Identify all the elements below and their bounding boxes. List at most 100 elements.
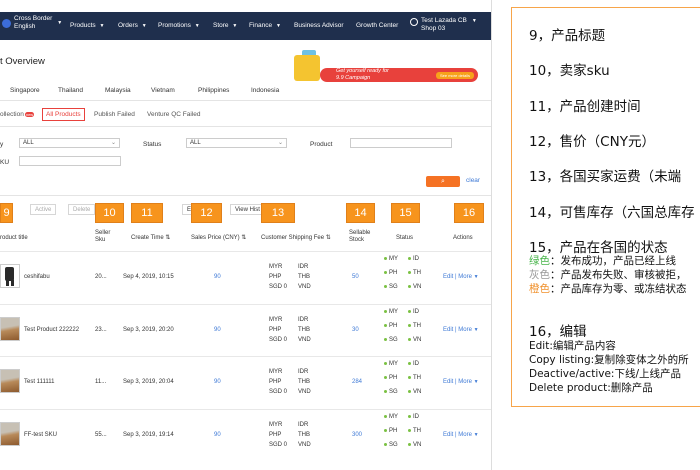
chevron-down-icon: ▼ <box>232 23 238 29</box>
divider <box>0 126 492 127</box>
sales-price[interactable]: 90 <box>214 327 221 333</box>
tab-vietnam[interactable]: Vietnam <box>151 87 175 94</box>
note-12: 12，售价（CNY元） <box>529 134 655 150</box>
header-status: Status <box>396 235 414 241</box>
tab-singapore[interactable]: Singapore <box>10 87 40 94</box>
number-box-14: 14 <box>346 203 375 223</box>
status-dot <box>408 323 411 327</box>
header-create-time[interactable]: Create Time ⇅ <box>131 235 170 242</box>
sellable-stock[interactable]: 300 <box>352 432 362 438</box>
tab-philippines[interactable]: Philippines <box>198 87 229 94</box>
more-menu[interactable]: More ▼ <box>458 432 478 438</box>
tab-publish-failed[interactable]: Publish Failed <box>94 111 135 118</box>
nav-finance[interactable]: Finance ▼ <box>249 22 281 29</box>
sales-price[interactable]: 90 <box>214 432 221 438</box>
number-box-12: 12 <box>191 203 222 223</box>
product-title[interactable]: FF-test SKU <box>24 432 57 438</box>
edit-link[interactable]: Edit <box>443 327 453 333</box>
sellable-stock[interactable]: 50 <box>352 274 359 280</box>
delete-button[interactable]: Delete <box>68 204 96 215</box>
note-10: 10，卖家sku <box>529 63 610 79</box>
status-list-right: ID TH VN <box>408 252 421 294</box>
filter-label-product: Product <box>310 141 333 148</box>
edit-link[interactable]: Edit <box>443 379 453 385</box>
brand[interactable]: Cross Border English ▼ <box>2 15 62 31</box>
chevron-down-icon: ⌄ <box>110 140 116 146</box>
active-button[interactable]: Active <box>30 204 57 215</box>
product-title[interactable]: Test Product 222222 <box>24 327 79 333</box>
top-nav-bar: Cross Border English ▼ Products ▼ Orders… <box>0 12 492 40</box>
status-dot <box>408 337 411 341</box>
clear-link[interactable]: clear <box>466 177 480 184</box>
number-box-10: 10 <box>95 203 124 223</box>
more-menu[interactable]: More ▼ <box>458 327 478 333</box>
note-15-gray: 灰色：产品发布失败、审核被拒， <box>529 269 687 281</box>
tab-all-products[interactable]: All Products <box>42 108 85 121</box>
product-title[interactable]: Test 111111 <box>24 379 54 385</box>
status-dot <box>408 361 411 365</box>
shipping-fees-right: IDR THB VND <box>298 317 311 343</box>
seller-sku: 23... <box>95 327 107 333</box>
edit-link[interactable]: Edit <box>443 274 453 280</box>
status-dot <box>408 442 411 446</box>
row-actions: Edit | More ▼ <box>443 432 479 438</box>
product-input[interactable] <box>350 138 452 148</box>
sku-input[interactable] <box>19 156 121 166</box>
product-thumbnail[interactable] <box>0 369 20 393</box>
status-dot <box>384 270 387 274</box>
status-dot <box>384 442 387 446</box>
create-time: Sep 3, 2019, 20:04 <box>123 379 174 385</box>
nav-store[interactable]: Store ▼ <box>213 22 237 29</box>
number-box-11: 11 <box>131 203 163 223</box>
header-sales-price[interactable]: Sales Price (CNY) ⇅ <box>191 235 246 242</box>
tab-collection[interactable]: ollection new <box>0 111 35 118</box>
shop-name: Test Lazada CB <box>421 17 467 24</box>
filter-label-category: y <box>0 141 4 148</box>
header-sellable-stock[interactable]: Sellable Stock <box>349 230 370 244</box>
seller-sku: 55... <box>95 432 107 438</box>
more-menu[interactable]: More ▼ <box>458 274 478 280</box>
sales-price[interactable]: 90 <box>214 379 221 385</box>
gift-box-icon <box>294 55 320 81</box>
status-dot <box>408 389 411 393</box>
status-dot <box>384 428 387 432</box>
sort-icon: ⇅ <box>241 235 247 241</box>
sellable-stock[interactable]: 30 <box>352 327 359 333</box>
nav-business-advisor[interactable]: Business Advisor <box>294 22 344 29</box>
edit-link[interactable]: Edit <box>443 432 453 438</box>
number-box-9: 9 <box>0 203 13 223</box>
status-list-right: ID TH VN <box>408 357 421 399</box>
filter-label-sku: KU <box>0 159 10 166</box>
category-select[interactable]: ALL ⌄ <box>19 138 120 148</box>
search-button[interactable]: ⌕ <box>426 176 460 187</box>
chevron-down-icon: ▼ <box>141 23 147 29</box>
tab-malaysia[interactable]: Malaysia <box>105 87 131 94</box>
divider <box>0 195 492 196</box>
product-thumbnail[interactable] <box>0 422 20 446</box>
campaign-banner[interactable]: Get yourself ready for 9.9 Campaign See … <box>284 50 485 90</box>
sellable-stock[interactable]: 284 <box>352 379 362 385</box>
banner-button[interactable]: See more details <box>436 72 475 79</box>
view-history-button[interactable]: View Hist <box>230 204 265 215</box>
more-menu[interactable]: More ▼ <box>458 379 478 385</box>
user-account[interactable]: Test Lazada CB Shop 03 ▼ <box>410 17 477 33</box>
nav-growth-center[interactable]: Growth Center <box>356 22 398 29</box>
nav-products[interactable]: Products ▼ <box>70 22 104 29</box>
search-icon: ⌕ <box>441 178 445 185</box>
product-title[interactable]: ceshifabu <box>24 274 50 280</box>
tab-indonesia[interactable]: Indonesia <box>251 87 279 94</box>
header-seller-sku: Seller Sku <box>95 230 111 243</box>
header-product-title: roduct title <box>0 235 28 241</box>
chevron-down-icon: ▼ <box>473 432 479 438</box>
status-dot <box>384 414 387 418</box>
sales-price[interactable]: 90 <box>214 274 221 280</box>
nav-promotions[interactable]: Promotions ▼ <box>158 22 200 29</box>
nav-orders[interactable]: Orders ▼ <box>118 22 147 29</box>
status-select[interactable]: ALL ⌄ <box>186 138 287 148</box>
product-thumbnail[interactable] <box>0 264 20 288</box>
product-thumbnail[interactable] <box>0 317 20 341</box>
language: English <box>14 23 36 30</box>
status-dot <box>384 337 387 341</box>
tab-thailand[interactable]: Thailand <box>58 87 83 94</box>
tab-venture-qc-failed[interactable]: Venture QC Failed <box>147 111 200 118</box>
